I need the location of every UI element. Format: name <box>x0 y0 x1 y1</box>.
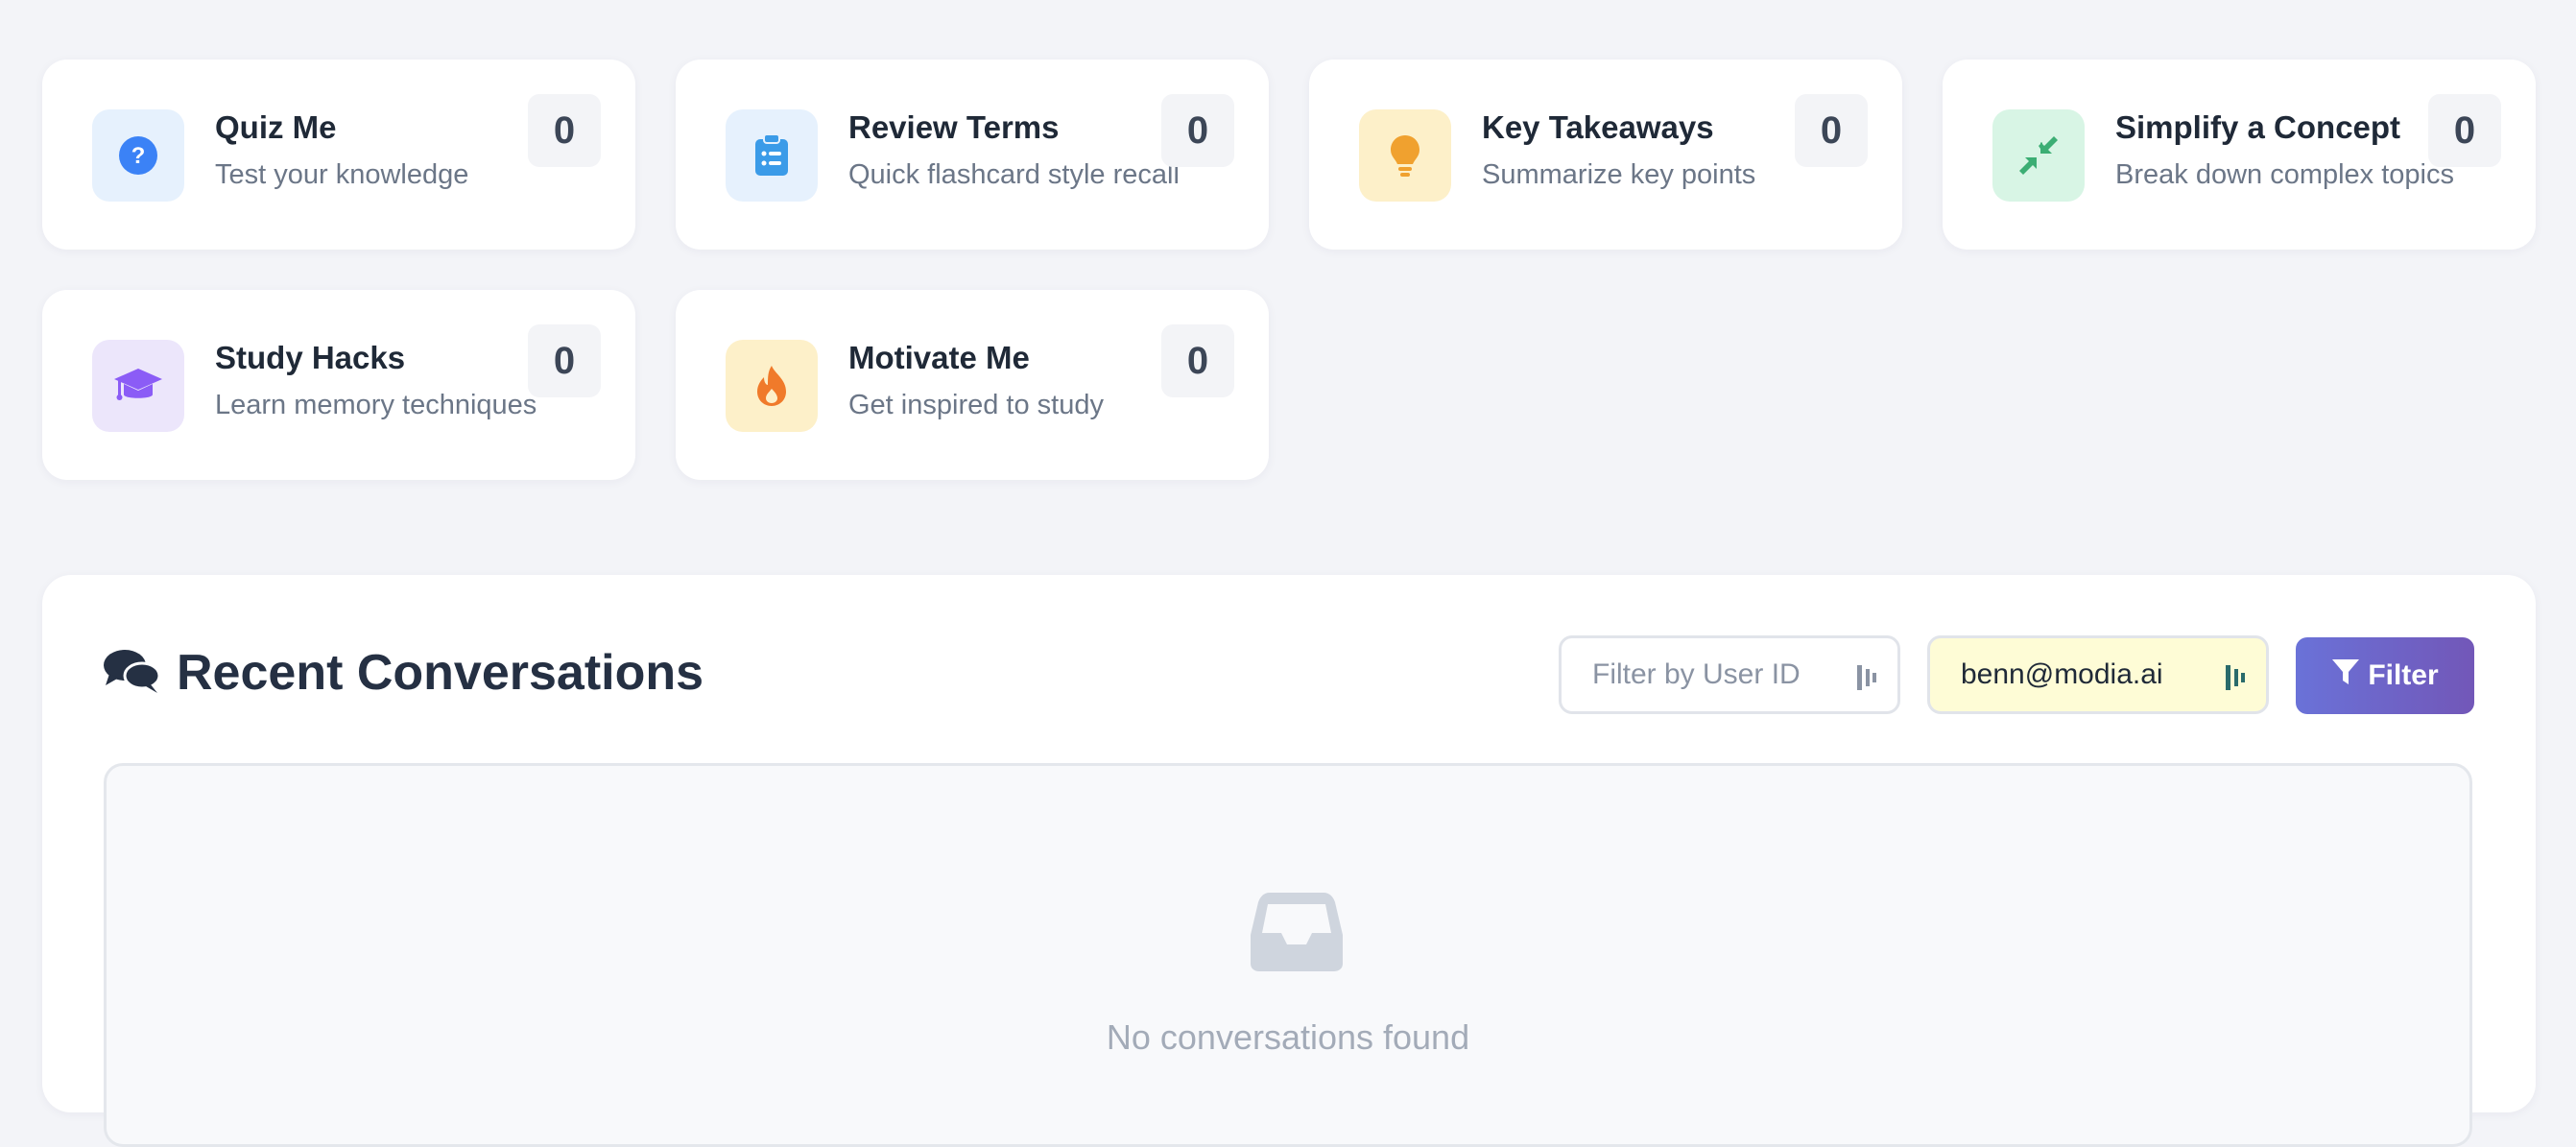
card-count: 0 <box>1795 94 1868 167</box>
card-title: Quiz Me <box>215 109 337 145</box>
panel-title: Recent Conversations <box>177 645 704 701</box>
svg-text:?: ? <box>131 143 146 169</box>
card-study-hacks[interactable]: Study Hacks Learn memory techniques 0 <box>42 290 635 480</box>
user-id-filter-input[interactable] <box>1559 635 1900 714</box>
card-simplify-concept[interactable]: Simplify a Concept Break down complex to… <box>1943 60 2536 250</box>
card-key-takeaways[interactable]: Key Takeaways Summarize key points 0 <box>1309 60 1902 250</box>
email-filter-field[interactable] <box>1959 657 2203 692</box>
card-title: Key Takeaways <box>1482 109 1714 145</box>
card-count: 0 <box>528 324 601 397</box>
conversations-list-empty: No conversations found <box>104 763 2472 1147</box>
card-count: 0 <box>528 94 601 167</box>
card-quiz-me[interactable]: ? Quiz Me Test your knowledge 0 <box>42 60 635 250</box>
card-title: Motivate Me <box>848 340 1030 375</box>
clipboard-list-icon <box>726 109 818 202</box>
card-review-terms[interactable]: Review Terms Quick flashcard style recal… <box>676 60 1269 250</box>
card-title: Review Terms <box>848 109 1060 145</box>
filter-button-label: Filter <box>2368 659 2439 691</box>
card-count: 0 <box>1161 94 1234 167</box>
user-id-filter-field[interactable] <box>1590 657 1834 692</box>
filter-button[interactable]: Filter <box>2296 637 2474 714</box>
empty-state-message: No conversations found <box>1106 1017 1470 1057</box>
card-count: 0 <box>2428 94 2501 167</box>
panel-header: Recent Conversations <box>102 644 704 702</box>
card-motivate-me[interactable]: Motivate Me Get inspired to study 0 <box>676 290 1269 480</box>
password-manager-icon[interactable] <box>2226 665 2247 698</box>
compress-arrows-icon <box>1992 109 2085 202</box>
card-count: 0 <box>1161 324 1234 397</box>
email-filter-input[interactable] <box>1927 635 2269 714</box>
graduation-cap-icon <box>92 340 184 432</box>
recent-conversations-panel: Recent Conversations Filter No conversat… <box>42 575 2536 1147</box>
password-manager-icon[interactable] <box>1857 665 1878 698</box>
card-title: Simplify a Concept <box>2115 109 2401 145</box>
inbox-icon <box>1249 891 1345 978</box>
fire-icon <box>726 340 818 432</box>
question-circle-icon: ? <box>92 109 184 202</box>
filter-icon <box>2331 658 2360 693</box>
lightbulb-icon <box>1359 109 1451 202</box>
card-title: Study Hacks <box>215 340 406 375</box>
comments-icon <box>102 647 161 700</box>
